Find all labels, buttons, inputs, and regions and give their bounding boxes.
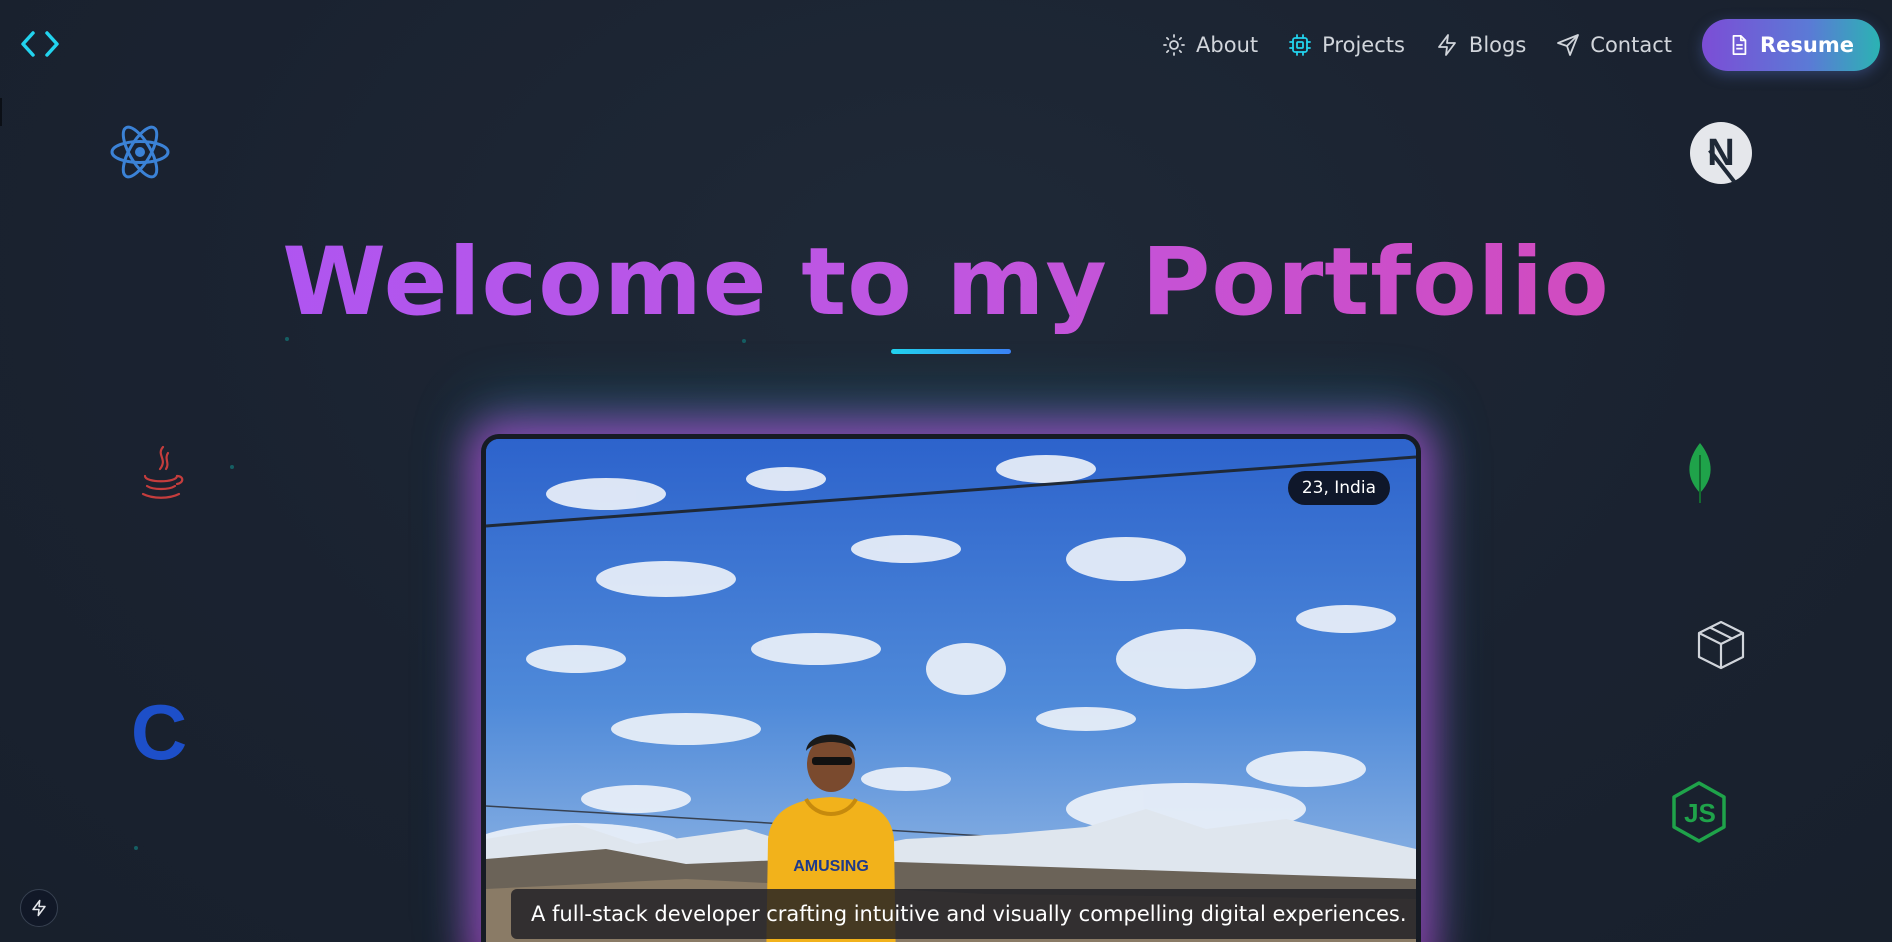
nodejs-icon: JS <box>1670 780 1730 846</box>
title-underline <box>891 349 1011 354</box>
nav-label-blogs: Blogs <box>1468 33 1527 57</box>
resume-label: Resume <box>1760 33 1854 57</box>
react-icon <box>108 122 172 182</box>
nav-item-contact[interactable]: Contact <box>1556 33 1672 57</box>
profile-photo-card: AMUSING 23, India A full-stack developer… <box>481 434 1421 942</box>
decor-dot <box>742 339 746 343</box>
decor-dot <box>285 337 289 341</box>
chip-icon <box>1289 34 1312 56</box>
nav-item-blogs[interactable]: Blogs <box>1435 33 1526 57</box>
bolt-icon <box>1438 34 1456 56</box>
npm-package-icon <box>1694 618 1748 672</box>
decor-dot <box>134 846 138 850</box>
document-icon <box>1732 34 1747 56</box>
nodejs-letters: JS <box>1684 797 1716 828</box>
bolt-icon <box>32 899 46 917</box>
nav-item-about[interactable]: About <box>1162 33 1258 57</box>
java-icon <box>134 442 188 506</box>
top-nav: About Projects Blogs Contact Resume <box>1162 18 1880 72</box>
portfolio-page: About Projects Blogs Contact Resume C N … <box>0 0 1892 942</box>
hoodie-text: AMUSING <box>793 858 869 875</box>
nav-label-about: About <box>1196 33 1259 57</box>
mongodb-icon <box>1682 440 1718 506</box>
profile-caption: A full-stack developer crafting intuitiv… <box>511 889 1416 939</box>
nav-label-contact: Contact <box>1590 33 1672 57</box>
resume-button[interactable]: Resume <box>1702 19 1880 71</box>
nav-label-projects: Projects <box>1322 33 1405 57</box>
nextjs-icon: N <box>1690 122 1752 184</box>
send-icon <box>1557 34 1580 56</box>
decor-dot <box>230 465 234 469</box>
page-title: Welcome to my Portfolio <box>0 228 1892 337</box>
profile-photo: AMUSING <box>486 439 1416 942</box>
text-cursor <box>0 98 2 126</box>
location-age-badge: 23, India <box>1287 471 1390 505</box>
nav-item-projects[interactable]: Projects <box>1288 33 1405 57</box>
quick-action-button[interactable] <box>20 889 58 927</box>
c-language-icon: C <box>130 687 188 776</box>
code-logo-icon[interactable] <box>18 28 62 60</box>
sun-icon <box>1163 34 1185 56</box>
